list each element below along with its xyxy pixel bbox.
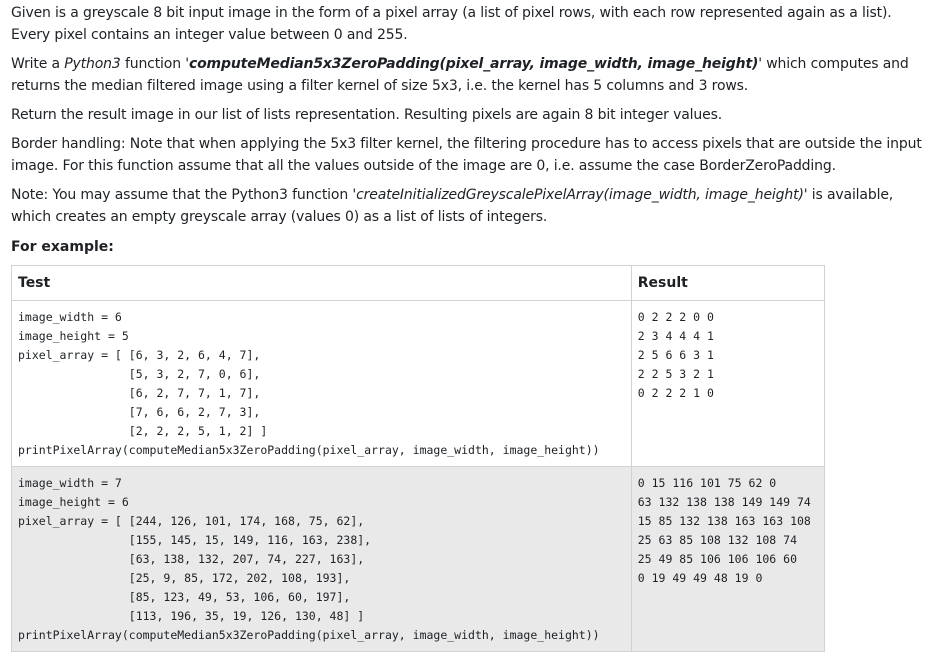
example-heading: For example: — [11, 239, 114, 255]
result-cell: 0 15 116 101 75 62 0 63 132 138 138 149 … — [630, 466, 826, 652]
result-cell: 0 2 2 2 0 0 2 3 4 4 4 1 2 5 6 6 3 1 2 2 … — [630, 300, 826, 467]
intro-paragraph: Given is a greyscale 8 bit input image i… — [11, 5, 892, 43]
table-row: image_width = 7 image_height = 6 pixel_a… — [11, 466, 826, 652]
result-output: 0 2 2 2 0 0 2 3 4 4 4 1 2 5 6 6 3 1 2 2 … — [637, 310, 714, 400]
language-name: Python3 — [64, 56, 121, 72]
helper-function-signature: createInitializedGreyscalePixelArray(ima… — [356, 187, 804, 203]
examples-table: Test Result image_width = 6 image_height… — [11, 265, 826, 652]
task-prefix: Write a — [11, 56, 65, 72]
task-paragraph: Write a Python3 function 'computeMedian5… — [11, 53, 931, 97]
result-output: 0 15 116 101 75 62 0 63 132 138 138 149 … — [637, 476, 811, 585]
test-cell: image_width = 7 image_height = 6 pixel_a… — [11, 466, 632, 652]
border-handling-paragraph: Border handling: Note that when applying… — [11, 136, 922, 174]
task-mid: function ' — [120, 56, 189, 72]
function-signature: computeMedian5x3ZeroPadding(pixel_array,… — [188, 56, 759, 72]
table-header-row: Test Result — [11, 265, 826, 301]
return-paragraph: Return the result image in our list of l… — [11, 107, 723, 123]
table-row: image_width = 6 image_height = 5 pixel_a… — [11, 300, 826, 467]
test-code: image_width = 6 image_height = 5 pixel_a… — [18, 310, 600, 457]
test-cell: image_width = 6 image_height = 5 pixel_a… — [11, 300, 632, 467]
header-test: Test — [11, 265, 632, 301]
test-code: image_width = 7 image_height = 6 pixel_a… — [18, 476, 600, 642]
note-paragraph: Note: You may assume that the Python3 fu… — [11, 184, 931, 228]
header-result: Result — [630, 265, 826, 301]
note-prefix: Note: You may assume that the Python3 fu… — [11, 187, 357, 203]
